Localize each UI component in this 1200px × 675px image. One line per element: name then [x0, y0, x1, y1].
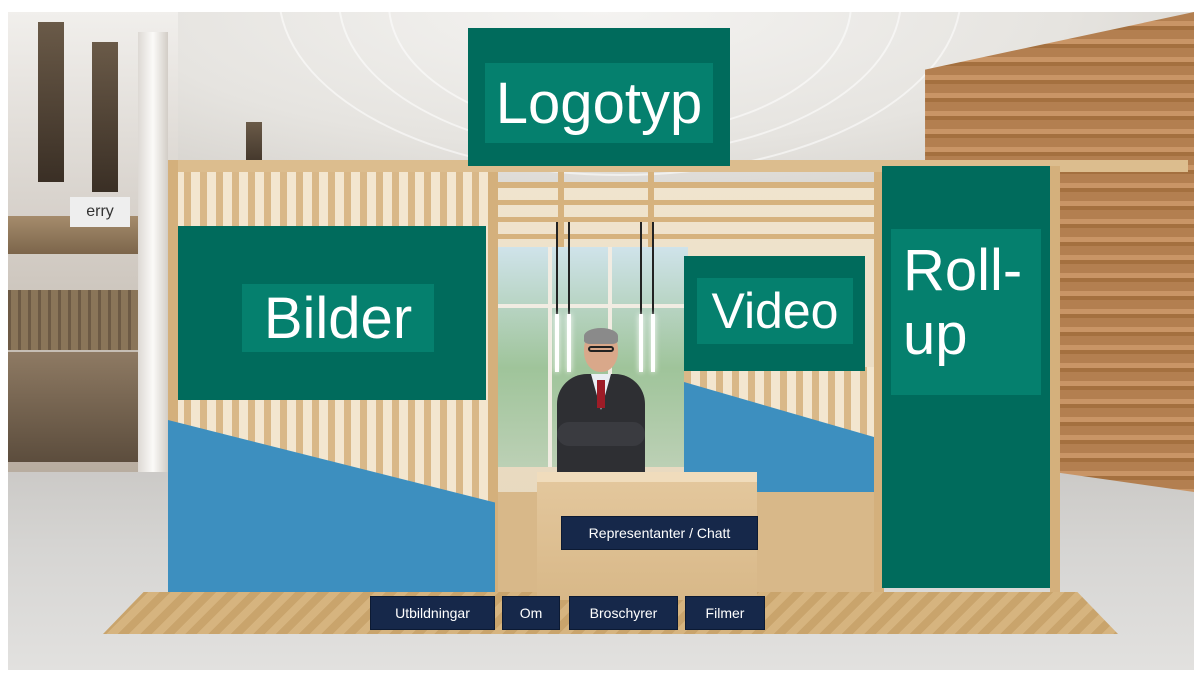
hall-window: [92, 42, 118, 192]
window-mullion: [548, 247, 552, 467]
images-sign[interactable]: Bilder: [178, 226, 486, 400]
brochures-button[interactable]: Broschyrer: [569, 596, 678, 630]
representative-tie: [597, 380, 605, 408]
virtual-booth-scene: erry Logotyp Bilder Video Roll- up Repre…: [8, 12, 1194, 670]
rollup-banner-label: Roll- up: [891, 229, 1041, 395]
pendant-cord: [652, 222, 654, 314]
mall-sign: erry: [70, 197, 130, 227]
pergola-beam: [495, 217, 880, 222]
images-sign-label: Bilder: [242, 284, 434, 352]
booth-post: [1050, 166, 1060, 592]
pendant-cord: [556, 222, 558, 314]
representative-glasses: [588, 346, 614, 352]
logo-sign[interactable]: Logotyp: [468, 28, 730, 166]
video-sign[interactable]: Video: [684, 256, 865, 371]
hall-shopfront: [8, 352, 148, 462]
about-button[interactable]: Om: [502, 596, 560, 630]
hall-window: [38, 22, 64, 182]
pergola-beam: [558, 172, 564, 247]
pergola-beam: [495, 182, 880, 188]
booth-representative[interactable]: [553, 328, 649, 492]
pendant-cord: [568, 222, 570, 314]
representatives-chat-button[interactable]: Representanter / Chatt: [561, 516, 758, 550]
rollup-banner[interactable]: Roll- up: [882, 166, 1050, 588]
pendant-cord: [640, 222, 642, 314]
hall-slats: [8, 290, 143, 350]
pendant-light: [651, 314, 655, 372]
hall-column: [138, 32, 168, 472]
video-sign-label: Video: [697, 278, 853, 344]
reception-desk-top: [537, 472, 757, 482]
pergola-beam: [495, 234, 880, 239]
pergola-beam: [495, 200, 880, 205]
education-button[interactable]: Utbildningar: [370, 596, 495, 630]
films-button[interactable]: Filmer: [685, 596, 765, 630]
logo-sign-label: Logotyp: [485, 63, 713, 143]
window-mullion: [498, 304, 688, 308]
representative-crossed-arms: [557, 422, 645, 446]
representative-hair: [584, 328, 618, 344]
